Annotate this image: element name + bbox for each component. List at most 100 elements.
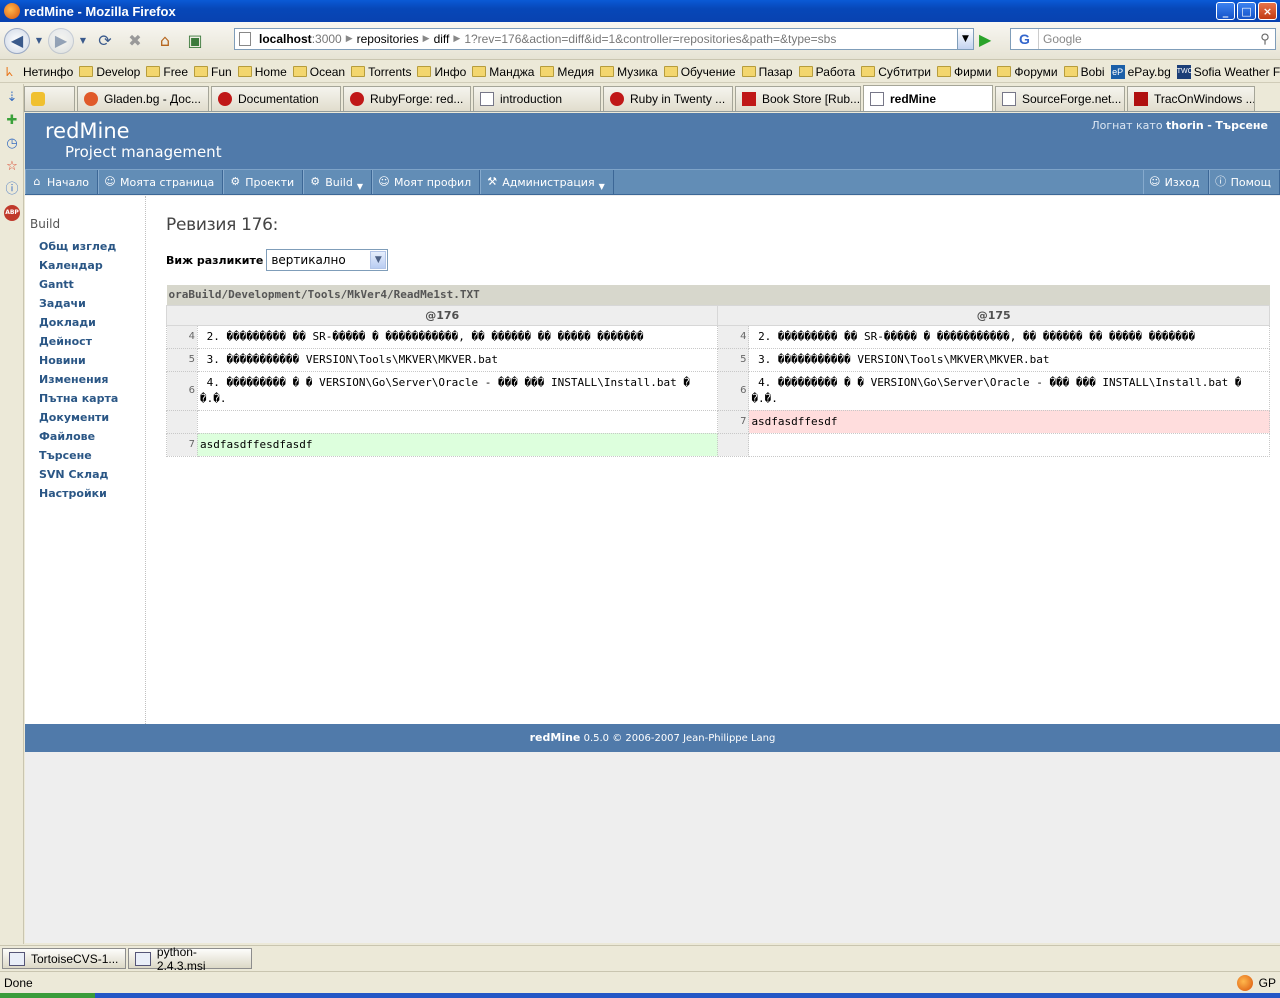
tab-ruby-in-twenty[interactable]: Ruby in Twenty ...	[603, 86, 733, 111]
stop-icon: ✖	[128, 31, 142, 50]
bookmark-folder[interactable]: Инфо	[417, 65, 466, 79]
windows-taskbar-strip	[0, 993, 1280, 998]
puzzle-icon[interactable]: ✚	[4, 113, 20, 129]
maximize-button[interactable]: □	[1237, 2, 1256, 20]
back-button[interactable]: ◀	[4, 27, 30, 54]
bookmark-epay[interactable]: eP ePay.bg	[1110, 64, 1171, 79]
screen-button[interactable]: ▣	[182, 28, 208, 54]
sidebar-item-reports[interactable]: Доклади	[39, 313, 145, 332]
search-box[interactable]: G Google ⚲	[1010, 28, 1276, 50]
task-python[interactable]: python-2.4.3.msi	[128, 945, 252, 973]
url-segment[interactable]: diff	[434, 32, 450, 46]
menu-admin[interactable]: ⚒ Администрация ▼	[480, 170, 614, 194]
star-icon[interactable]: ☆	[4, 159, 20, 175]
menu-my-page[interactable]: ☺ Моята страница	[98, 170, 224, 194]
forward-history-dropdown[interactable]: ▼	[78, 28, 88, 54]
menu-projects[interactable]: ⚙ Проекти	[223, 170, 304, 194]
download-icon[interactable]: ⇣	[4, 90, 20, 106]
bookmark-folder[interactable]: Free	[146, 65, 188, 79]
footer-text: 0.5.0 © 2006-2007 Jean-Philippe Lang	[583, 733, 776, 744]
bookmark-weather[interactable]: TWCSofia Weather Foreca...	[1176, 64, 1280, 79]
bookmark-folder[interactable]: Фирми	[936, 65, 991, 79]
sidebar-item-overview[interactable]: Общ изглед	[39, 237, 145, 256]
adblock-icon[interactable]: ABP	[4, 205, 20, 221]
sidebar-item-changelog[interactable]: Изменения	[39, 370, 145, 389]
bookmark-folder[interactable]: Манджа	[472, 65, 534, 79]
sidebar-item-news[interactable]: Новини	[39, 351, 145, 370]
folder-icon	[417, 66, 432, 77]
tab-sourceforge[interactable]: SourceForge.net...	[995, 86, 1125, 111]
tab-traconwindows[interactable]: TracOnWindows ...	[1127, 86, 1255, 111]
header-search-link[interactable]: Търсене	[1215, 119, 1268, 132]
bookmark-folder[interactable]: Ocean	[292, 65, 345, 79]
sidebar-item-repository[interactable]: SVN Склад	[39, 465, 145, 484]
sidebar-item-settings[interactable]: Настройки	[39, 484, 145, 503]
sidebar-item-search[interactable]: Търсене	[39, 446, 145, 465]
url-segment[interactable]: repositories	[357, 32, 419, 46]
start-button[interactable]	[0, 993, 95, 998]
back-history-dropdown[interactable]: ▼	[34, 28, 44, 54]
bookmark-folder[interactable]: Fun	[194, 65, 232, 79]
diff-type-select[interactable]: вертикално ▼	[266, 249, 389, 271]
sidebar-item-activity[interactable]: Дейност	[39, 332, 145, 351]
sidebar-item-documents[interactable]: Документи	[39, 408, 145, 427]
bookmark-folder[interactable]: Обучение	[663, 65, 736, 79]
user-link[interactable]: thorin	[1166, 119, 1204, 132]
tab-gladen[interactable]: Gladen.bg - Дос...	[77, 86, 209, 111]
menu-my-account[interactable]: ☺ Моят профил	[371, 170, 481, 194]
notification-icon	[31, 92, 45, 106]
diff-code-left: 2. ��������� �� SR-����� � �����������, …	[196, 324, 719, 349]
bookmark-folder[interactable]: Home	[237, 65, 287, 79]
bookmark-folder[interactable]: Субтитри	[861, 65, 931, 79]
sidebar-item-roadmap[interactable]: Пътна карта	[39, 389, 145, 408]
sidebar-item-issues[interactable]: Задачи	[39, 294, 145, 313]
folder-icon	[292, 66, 307, 77]
menu-home[interactable]: ⌂ Начало	[25, 170, 99, 194]
screen-icon: ▣	[187, 31, 203, 50]
stop-button[interactable]: ✖	[122, 28, 148, 54]
task-tortoisecvs[interactable]: TortoiseCVS-1...	[2, 948, 126, 969]
search-icon[interactable]: ⚲	[1255, 31, 1275, 47]
footer-brand[interactable]: redMine	[530, 731, 581, 744]
sidebar-item-calendar[interactable]: Календар	[39, 256, 145, 275]
url-bar[interactable]: localhost :3000 ▶ repositories ▶ diff ▶ …	[234, 28, 974, 50]
tab-0[interactable]	[24, 86, 75, 111]
tab-introduction[interactable]: introduction	[473, 86, 601, 111]
bookmark-folder[interactable]: Работа	[798, 65, 855, 79]
bookmark-folder[interactable]: Музика	[600, 65, 658, 79]
menu-help[interactable]: ⓘ Помощ	[1208, 170, 1280, 194]
bookmark-netinfo[interactable]: ᖾ Нетинфо	[6, 65, 73, 79]
bookmark-folder[interactable]: Форуми	[997, 65, 1058, 79]
home-button[interactable]: ⌂	[152, 28, 178, 54]
minimize-button[interactable]: _	[1216, 2, 1235, 20]
bookmark-folder[interactable]: Bobi	[1063, 65, 1105, 79]
url-history-dropdown[interactable]: ▼	[957, 29, 973, 49]
forward-button[interactable]: ▶	[48, 27, 74, 54]
sidebar-item-files[interactable]: Файлове	[39, 427, 145, 446]
bookmark-folder[interactable]: Torrents	[351, 65, 411, 79]
bookmark-folder[interactable]: Пазар	[741, 65, 793, 79]
folder-icon	[194, 66, 209, 77]
projects-icon: ⚙	[230, 175, 241, 188]
close-window-button[interactable]: ×	[1258, 2, 1277, 20]
user-icon: ☺	[378, 175, 390, 188]
sidebar-item-gantt[interactable]: Gantt	[39, 275, 145, 294]
url-segment[interactable]: 1	[464, 32, 471, 46]
menu-build[interactable]: ⚙ Build ▼	[303, 170, 372, 194]
google-engine-icon[interactable]: G	[1011, 29, 1039, 49]
bookmark-folder[interactable]: Медия	[540, 65, 594, 79]
bookmark-folder[interactable]: Develop	[79, 65, 140, 79]
tab-book-store[interactable]: Book Store [Rub...	[735, 86, 861, 111]
chevron-down-icon[interactable]: ▼	[370, 251, 387, 269]
reload-button[interactable]: ⟳	[92, 28, 118, 54]
tab-documentation[interactable]: Documentation	[211, 86, 341, 111]
history-icon[interactable]: ◷	[4, 136, 20, 152]
info-icon[interactable]: ⓘ	[4, 182, 20, 198]
chevron-down-icon: ▼	[356, 181, 363, 191]
go-button[interactable]: ▶	[979, 30, 999, 50]
tab-rubyforge[interactable]: RubyForge: red...	[343, 86, 471, 111]
tab-redmine[interactable]: redMine	[863, 85, 993, 111]
home-icon: ⌂	[159, 31, 171, 50]
firefox-status-icon[interactable]	[1236, 974, 1253, 991]
menu-logout[interactable]: ☺ Изход	[1142, 170, 1209, 194]
